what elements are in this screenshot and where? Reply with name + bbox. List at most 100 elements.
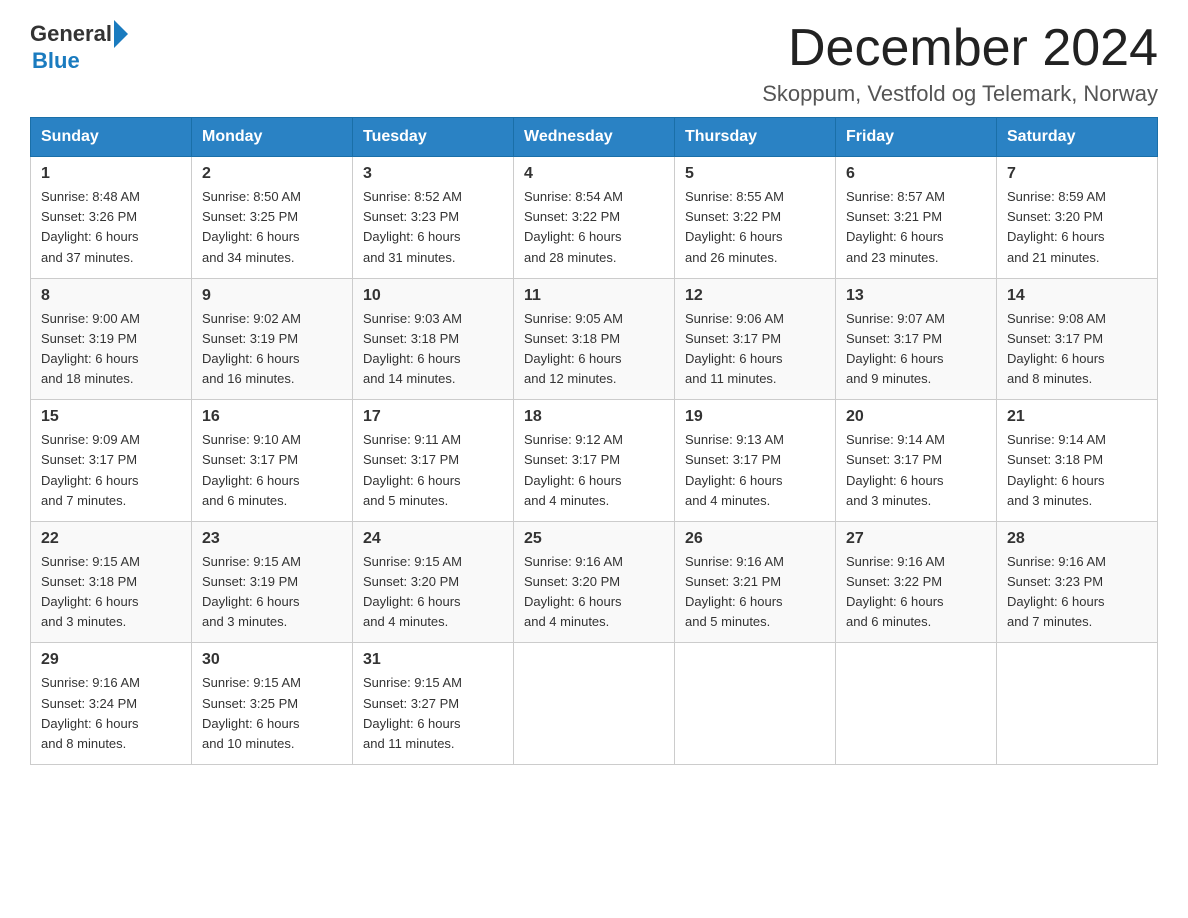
day-number: 17 xyxy=(363,408,503,426)
weekday-header-friday: Friday xyxy=(836,118,997,157)
day-number: 12 xyxy=(685,287,825,305)
calendar-cell: 3 Sunrise: 8:52 AMSunset: 3:23 PMDaylight… xyxy=(353,157,514,279)
day-number: 31 xyxy=(363,651,503,669)
week-row-4: 22Sunrise: 9:15 AMSunset: 3:18 PMDayligh… xyxy=(31,521,1158,643)
weekday-header-row: SundayMondayTuesdayWednesdayThursdayFrid… xyxy=(31,118,1158,157)
calendar-cell: 15Sunrise: 9:09 AMSunset: 3:17 PMDayligh… xyxy=(31,400,192,522)
calendar-table: SundayMondayTuesdayWednesdayThursdayFrid… xyxy=(30,117,1158,765)
day-number: 11 xyxy=(524,287,664,305)
calendar-cell: 9Sunrise: 9:02 AMSunset: 3:19 PMDaylight… xyxy=(192,278,353,400)
calendar-cell: 24 Sunrise: 9:15 AMSunset: 3:20 PMDayligh… xyxy=(353,521,514,643)
day-info: Sunrise: 9:15 AMSunset: 3:25 PMDaylight:… xyxy=(202,673,342,754)
calendar-cell xyxy=(997,643,1158,765)
day-number: 13 xyxy=(846,287,986,305)
calendar-cell xyxy=(836,643,997,765)
day-info: Sunrise: 9:05 AMSunset: 3:18 PMDaylight:… xyxy=(524,309,664,390)
calendar-cell: 10Sunrise: 9:03 AMSunset: 3:18 PMDayligh… xyxy=(353,278,514,400)
day-info: Sunrise: 9:16 AMSunset: 3:23 PMDaylight:… xyxy=(1007,552,1147,633)
calendar-cell: 2 Sunrise: 8:50 AMSunset: 3:25 PMDaylight… xyxy=(192,157,353,279)
calendar-cell: 22Sunrise: 9:15 AMSunset: 3:18 PMDayligh… xyxy=(31,521,192,643)
calendar-cell: 31Sunrise: 9:15 AMSunset: 3:27 PMDayligh… xyxy=(353,643,514,765)
calendar-cell: 25 Sunrise: 9:16 AMSunset: 3:20 PMDayligh… xyxy=(514,521,675,643)
day-info: Sunrise: 9:15 AMSunset: 3:19 PMDaylight:… xyxy=(202,552,342,633)
calendar-cell: 6 Sunrise: 8:57 AMSunset: 3:21 PMDaylight… xyxy=(836,157,997,279)
week-row-2: 8 Sunrise: 9:00 AMSunset: 3:19 PMDaylight… xyxy=(31,278,1158,400)
day-number: 2 xyxy=(202,165,342,183)
logo-blue-text: Blue xyxy=(32,48,80,74)
day-number: 3 xyxy=(363,165,503,183)
day-info: Sunrise: 9:13 AMSunset: 3:17 PMDaylight:… xyxy=(685,430,825,511)
day-number: 23 xyxy=(202,530,342,548)
day-info: Sunrise: 8:57 AMSunset: 3:21 PMDaylight:… xyxy=(846,187,986,268)
day-info: Sunrise: 9:12 AMSunset: 3:17 PMDaylight:… xyxy=(524,430,664,511)
calendar-cell: 19 Sunrise: 9:13 AMSunset: 3:17 PMDayligh… xyxy=(675,400,836,522)
weekday-header-wednesday: Wednesday xyxy=(514,118,675,157)
logo-general-text: General xyxy=(30,21,112,47)
day-info: Sunrise: 9:10 AMSunset: 3:17 PMDaylight:… xyxy=(202,430,342,511)
calendar-cell xyxy=(514,643,675,765)
day-info: Sunrise: 8:48 AMSunset: 3:26 PMDaylight:… xyxy=(41,187,181,268)
day-number: 1 xyxy=(41,165,181,183)
calendar-cell: 17 Sunrise: 9:11 AMSunset: 3:17 PMDayligh… xyxy=(353,400,514,522)
day-info: Sunrise: 9:08 AMSunset: 3:17 PMDaylight:… xyxy=(1007,309,1147,390)
day-info: Sunrise: 9:00 AMSunset: 3:19 PMDaylight:… xyxy=(41,309,181,390)
calendar-cell: 21 Sunrise: 9:14 AMSunset: 3:18 PMDayligh… xyxy=(997,400,1158,522)
day-number: 5 xyxy=(685,165,825,183)
day-number: 8 xyxy=(41,287,181,305)
weekday-header-saturday: Saturday xyxy=(997,118,1158,157)
week-row-3: 15Sunrise: 9:09 AMSunset: 3:17 PMDayligh… xyxy=(31,400,1158,522)
day-info: Sunrise: 9:14 AMSunset: 3:18 PMDaylight:… xyxy=(1007,430,1147,511)
day-info: Sunrise: 9:11 AMSunset: 3:17 PMDaylight:… xyxy=(363,430,503,511)
day-info: Sunrise: 9:09 AMSunset: 3:17 PMDaylight:… xyxy=(41,430,181,511)
day-number: 7 xyxy=(1007,165,1147,183)
day-info: Sunrise: 8:52 AMSunset: 3:23 PMDaylight:… xyxy=(363,187,503,268)
day-info: Sunrise: 9:16 AMSunset: 3:24 PMDaylight:… xyxy=(41,673,181,754)
day-number: 4 xyxy=(524,165,664,183)
day-number: 26 xyxy=(685,530,825,548)
day-number: 27 xyxy=(846,530,986,548)
calendar-cell: 1 Sunrise: 8:48 AMSunset: 3:26 PMDaylight… xyxy=(31,157,192,279)
calendar-cell: 16 Sunrise: 9:10 AMSunset: 3:17 PMDayligh… xyxy=(192,400,353,522)
calendar-cell: 26 Sunrise: 9:16 AMSunset: 3:21 PMDayligh… xyxy=(675,521,836,643)
day-number: 28 xyxy=(1007,530,1147,548)
day-info: Sunrise: 9:14 AMSunset: 3:17 PMDaylight:… xyxy=(846,430,986,511)
day-info: Sunrise: 9:16 AMSunset: 3:20 PMDaylight:… xyxy=(524,552,664,633)
day-number: 6 xyxy=(846,165,986,183)
day-info: Sunrise: 9:15 AMSunset: 3:20 PMDaylight:… xyxy=(363,552,503,633)
day-number: 24 xyxy=(363,530,503,548)
page-header: General Blue December 2024 Skoppum, Vest… xyxy=(30,20,1158,107)
day-number: 10 xyxy=(363,287,503,305)
day-number: 19 xyxy=(685,408,825,426)
day-info: Sunrise: 8:50 AMSunset: 3:25 PMDaylight:… xyxy=(202,187,342,268)
calendar-cell: 27 Sunrise: 9:16 AMSunset: 3:22 PMDayligh… xyxy=(836,521,997,643)
calendar-cell: 12 Sunrise: 9:06 AMSunset: 3:17 PMDayligh… xyxy=(675,278,836,400)
day-info: Sunrise: 9:16 AMSunset: 3:21 PMDaylight:… xyxy=(685,552,825,633)
day-number: 18 xyxy=(524,408,664,426)
day-number: 20 xyxy=(846,408,986,426)
calendar-cell: 30 Sunrise: 9:15 AMSunset: 3:25 PMDayligh… xyxy=(192,643,353,765)
day-info: Sunrise: 8:59 AMSunset: 3:20 PMDaylight:… xyxy=(1007,187,1147,268)
day-number: 25 xyxy=(524,530,664,548)
calendar-cell: 7 Sunrise: 8:59 AMSunset: 3:20 PMDaylight… xyxy=(997,157,1158,279)
calendar-cell: 5Sunrise: 8:55 AMSunset: 3:22 PMDaylight… xyxy=(675,157,836,279)
calendar-cell xyxy=(675,643,836,765)
day-info: Sunrise: 9:16 AMSunset: 3:22 PMDaylight:… xyxy=(846,552,986,633)
calendar-cell: 29 Sunrise: 9:16 AMSunset: 3:24 PMDayligh… xyxy=(31,643,192,765)
day-number: 22 xyxy=(41,530,181,548)
day-number: 30 xyxy=(202,651,342,669)
day-number: 16 xyxy=(202,408,342,426)
calendar-cell: 11 Sunrise: 9:05 AMSunset: 3:18 PMDayligh… xyxy=(514,278,675,400)
day-info: Sunrise: 9:06 AMSunset: 3:17 PMDaylight:… xyxy=(685,309,825,390)
calendar-cell: 4 Sunrise: 8:54 AMSunset: 3:22 PMDaylight… xyxy=(514,157,675,279)
day-info: Sunrise: 8:54 AMSunset: 3:22 PMDaylight:… xyxy=(524,187,664,268)
weekday-header-sunday: Sunday xyxy=(31,118,192,157)
weekday-header-tuesday: Tuesday xyxy=(353,118,514,157)
calendar-cell: 28 Sunrise: 9:16 AMSunset: 3:23 PMDayligh… xyxy=(997,521,1158,643)
calendar-cell: 20 Sunrise: 9:14 AMSunset: 3:17 PMDayligh… xyxy=(836,400,997,522)
day-info: Sunrise: 9:07 AMSunset: 3:17 PMDaylight:… xyxy=(846,309,986,390)
day-number: 21 xyxy=(1007,408,1147,426)
month-title: December 2024 xyxy=(762,20,1158,77)
calendar-cell: 14Sunrise: 9:08 AMSunset: 3:17 PMDayligh… xyxy=(997,278,1158,400)
week-row-5: 29 Sunrise: 9:16 AMSunset: 3:24 PMDayligh… xyxy=(31,643,1158,765)
day-number: 29 xyxy=(41,651,181,669)
